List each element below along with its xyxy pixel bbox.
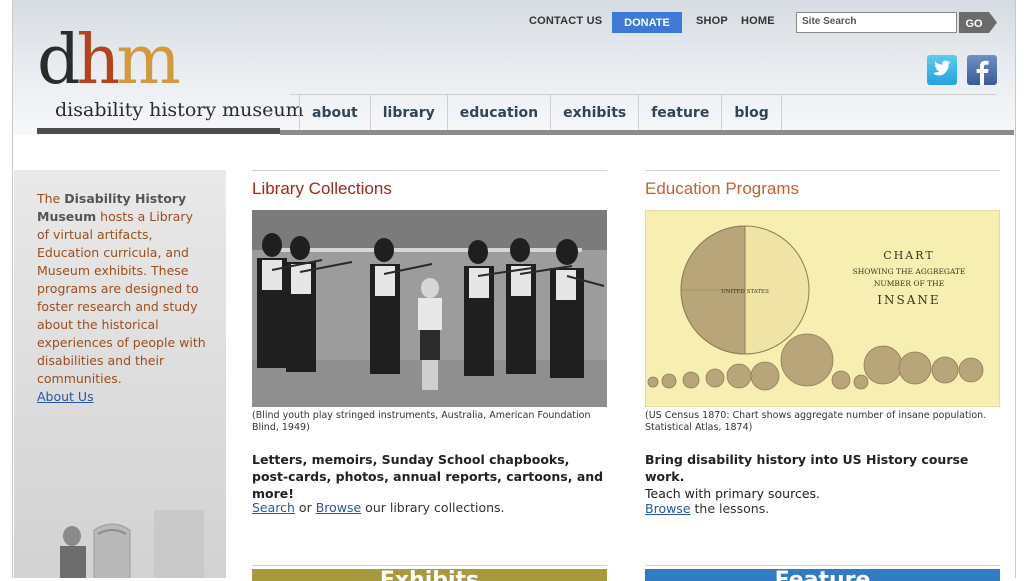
education-lead-bold: Bring disability history into US History… (645, 452, 969, 484)
chart-label-us: UNITED STATES (721, 289, 769, 295)
logo-letter-d: d (37, 21, 80, 100)
logo-text: disability history museum (55, 99, 304, 121)
library-photo-caption: (Blind youth play stringed instruments, … (252, 410, 591, 433)
site-logo[interactable]: dhm disability history museum (37, 26, 304, 130)
about-us-link[interactable]: About Us (37, 389, 94, 404)
chart-title-2: SHOWING THE AGGREGATE (853, 267, 966, 276)
site-search-input[interactable]: Site Search (796, 12, 957, 33)
nav-education[interactable]: education (446, 95, 550, 130)
twitter-icon[interactable] (927, 55, 957, 85)
logo-mark: dhm (37, 26, 181, 96)
nav-library[interactable]: library (369, 95, 447, 130)
nav-blog[interactable]: blog (721, 95, 782, 130)
library-photo[interactable] (252, 210, 607, 407)
donate-button[interactable]: DONATE (612, 12, 682, 33)
education-actions: Browse the lessons. (645, 501, 769, 516)
education-lead-plain: Teach with primary sources. (645, 486, 821, 501)
library-section: Library Collections (Blind youth play st… (252, 170, 608, 581)
nav-exhibits[interactable]: exhibits (550, 95, 638, 130)
education-browse-link[interactable]: Browse (645, 501, 691, 516)
sidebar-text-body: hosts a Library of virtual artifacts, Ed… (37, 209, 206, 386)
library-lead: Letters, memoirs, Sunday School chapbook… (252, 451, 608, 502)
logo-letter-m: m (116, 21, 181, 100)
education-chart-image[interactable]: UNITED STATES CHART SHOWING THE AGGREGAT… (645, 210, 1000, 407)
nav-about[interactable]: about (299, 95, 370, 130)
library-browse-link[interactable]: Browse (316, 500, 362, 515)
education-section: Education Programs UNITED STATES CHART S… (645, 170, 1001, 581)
logo-letter-h: h (76, 21, 121, 100)
education-tail-text: the lessons. (690, 501, 770, 516)
sidebar-historic-photo (60, 510, 204, 578)
go-label: GO (965, 18, 983, 30)
sidebar-intro: The Disability History Museum hosts a Li… (37, 190, 207, 406)
home-link[interactable]: HOME (741, 15, 775, 27)
education-title[interactable]: Education Programs (645, 179, 1001, 199)
facebook-icon[interactable] (967, 55, 997, 85)
exhibits-banner[interactable]: Exhibits (252, 569, 607, 581)
logo-underbar (37, 128, 280, 134)
chart-title-3: NUMBER OF THE (874, 279, 944, 288)
sidebar: The Disability History Museum hosts a Li… (14, 170, 226, 578)
education-chart-caption: (US Census 1870: Chart shows aggregate n… (645, 410, 987, 433)
exhibits-top-rule (252, 565, 607, 566)
library-title[interactable]: Library Collections (252, 179, 608, 199)
library-tail-text: our library collections. (361, 500, 505, 515)
library-top-rule (252, 170, 607, 171)
header-bottom-bar (280, 130, 1014, 135)
feature-top-rule (645, 565, 1000, 566)
sidebar-text-prefix: The (37, 191, 65, 206)
nav-feature[interactable]: feature (638, 95, 721, 130)
library-search-link[interactable]: Search (252, 500, 295, 515)
library-actions: Search or Browse our library collections… (252, 500, 505, 515)
main-nav: about library education exhibits feature… (299, 95, 782, 130)
education-lead: Bring disability history into US History… (645, 451, 1001, 502)
library-lead-text: Letters, memoirs, Sunday School chapbook… (252, 452, 604, 501)
feature-banner[interactable]: Feature (645, 569, 1000, 581)
search-go-button[interactable]: GO (959, 12, 997, 33)
chart-title-1: CHART (883, 249, 934, 262)
education-top-rule (645, 170, 1000, 171)
chart-title-4: INSANE (877, 293, 940, 307)
contact-us-link[interactable]: CONTACT US (529, 15, 602, 27)
shop-link[interactable]: SHOP (696, 15, 728, 27)
library-or-text: or (294, 500, 316, 515)
